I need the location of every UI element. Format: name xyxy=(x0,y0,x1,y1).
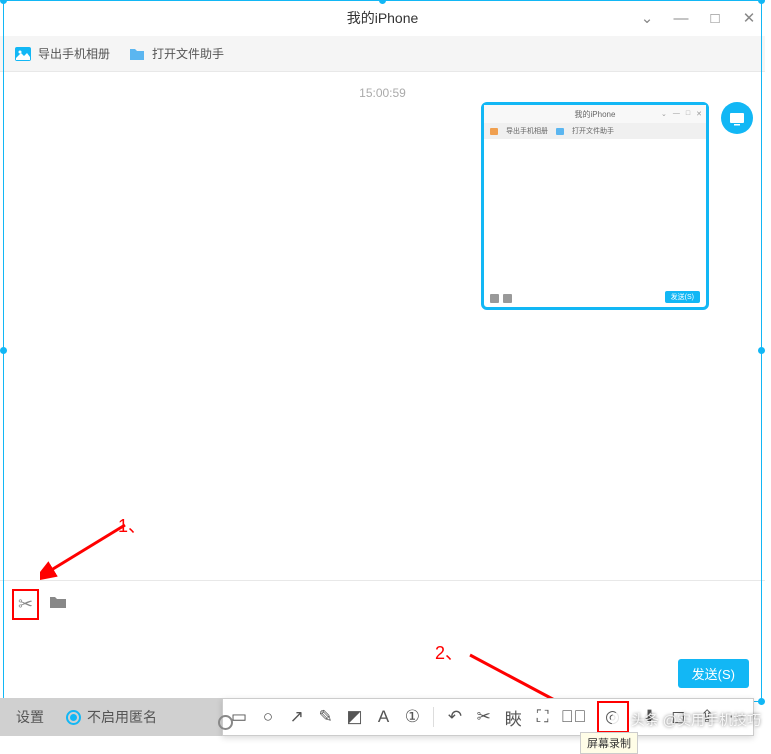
undo-icon[interactable]: ↶ xyxy=(447,707,463,727)
bubble-folder-icon-2 xyxy=(503,294,512,303)
screen-record-tooltip: 屏幕录制 xyxy=(580,732,638,754)
open-file-helper-label: 打开文件助手 xyxy=(152,45,224,62)
chat-area: 15:00:59 我的iPhone ⌄—□✕ 导出手机相册 打开文件助手 发送(… xyxy=(0,72,765,580)
photo-icon xyxy=(14,45,32,63)
sender-avatar[interactable] xyxy=(721,102,753,134)
chat-window: 我的iPhone ⌄ — □ ✕ 导出手机相册 打开文件助手 15:00:59 … xyxy=(0,0,765,700)
arrow-tool-icon[interactable]: ↗ xyxy=(289,707,305,727)
folder-icon xyxy=(128,45,146,63)
window-controls: ⌄ — □ ✕ xyxy=(639,0,757,36)
scissors-icon[interactable]: ✂ xyxy=(18,594,33,615)
export-album-button[interactable]: 导出手机相册 xyxy=(14,45,110,63)
mosaic-tool-icon[interactable]: ◩ xyxy=(347,707,363,727)
export-album-label: 导出手机相册 xyxy=(38,45,110,62)
maximize-icon[interactable]: □ xyxy=(707,10,723,27)
minimize-icon[interactable]: — xyxy=(673,10,689,27)
bubble-folder-icon xyxy=(556,128,564,135)
crop-icon[interactable]: ✕⃞ xyxy=(564,707,584,727)
rectangle-tool-icon[interactable]: ▭ xyxy=(231,707,247,727)
bubble-scissors-icon xyxy=(490,294,499,303)
screen-record-highlight: ◎ xyxy=(597,701,629,733)
annotation-label-2: 2、 xyxy=(435,639,463,665)
bubble-toolbar-1: 导出手机相册 xyxy=(506,126,548,136)
radio-disable-anonymous[interactable]: 不启用匿名 xyxy=(66,707,157,727)
bubble-body xyxy=(484,139,706,289)
bubble-titlebar: 我的iPhone ⌄—□✕ xyxy=(484,105,706,123)
separator xyxy=(433,707,434,727)
annotation-label-1: 1、 xyxy=(118,512,146,538)
main-toolbar: 导出手机相册 打开文件助手 xyxy=(0,36,765,72)
bubble-send-button: 发送(S) xyxy=(665,291,700,303)
bubble-toolbar: 导出手机相册 打开文件助手 xyxy=(484,123,706,139)
text-tool-icon[interactable]: A xyxy=(376,707,392,727)
open-folder-icon[interactable] xyxy=(49,594,67,615)
open-file-helper-button[interactable]: 打开文件助手 xyxy=(128,45,224,63)
window-title: 我的iPhone xyxy=(347,8,419,28)
dropdown-icon[interactable]: ⌄ xyxy=(639,9,655,27)
screenshot-button-highlight: ✂ xyxy=(12,589,39,620)
titlebar: 我的iPhone ⌄ — □ ✕ xyxy=(0,0,765,36)
screenshot-toolbar: ▭ ○ ↗ ✎ ◩ A ① ↶ ✂ 䀹 ⛶ ✕⃞ ◎ ⬇ ◻ ⇪ ⋯ xyxy=(222,698,754,736)
settings-label: 设置 xyxy=(16,707,44,727)
save-icon[interactable]: ⬇ xyxy=(642,707,658,727)
pencil-tool-icon[interactable]: ✎ xyxy=(318,707,334,727)
bubble-title: 我的iPhone xyxy=(575,109,616,120)
more-icon[interactable]: ⋯ xyxy=(728,707,745,727)
message-timestamp: 15:00:59 xyxy=(16,86,749,100)
bubble-toolbar-2: 打开文件助手 xyxy=(572,126,614,136)
settings-bar: 设置 不启用匿名 xyxy=(0,698,230,736)
cut-icon[interactable]: ✂ xyxy=(476,707,492,727)
translate-icon[interactable]: 䀹 xyxy=(505,707,522,727)
bubble-photo-icon xyxy=(490,128,498,135)
bubble-footer xyxy=(490,294,512,303)
message-screenshot[interactable]: 我的iPhone ⌄—□✕ 导出手机相册 打开文件助手 发送(S) xyxy=(481,102,709,310)
input-area: ✂ 发送(S) xyxy=(0,580,765,700)
screen-record-icon[interactable]: ◎ xyxy=(603,707,623,727)
input-toolbar: ✂ xyxy=(12,589,753,620)
pin-icon[interactable]: ◻ xyxy=(670,707,686,727)
close-icon[interactable]: ✕ xyxy=(741,9,757,27)
number-tool-icon[interactable]: ① xyxy=(404,707,420,727)
send-button[interactable]: 发送(S) xyxy=(678,659,749,688)
share-icon[interactable]: ⇪ xyxy=(699,707,715,727)
radio-label-1: 不启用匿名 xyxy=(87,707,157,727)
circle-tool-icon[interactable]: ○ xyxy=(260,707,276,727)
fullscreen-icon[interactable]: ⛶ xyxy=(535,707,551,727)
